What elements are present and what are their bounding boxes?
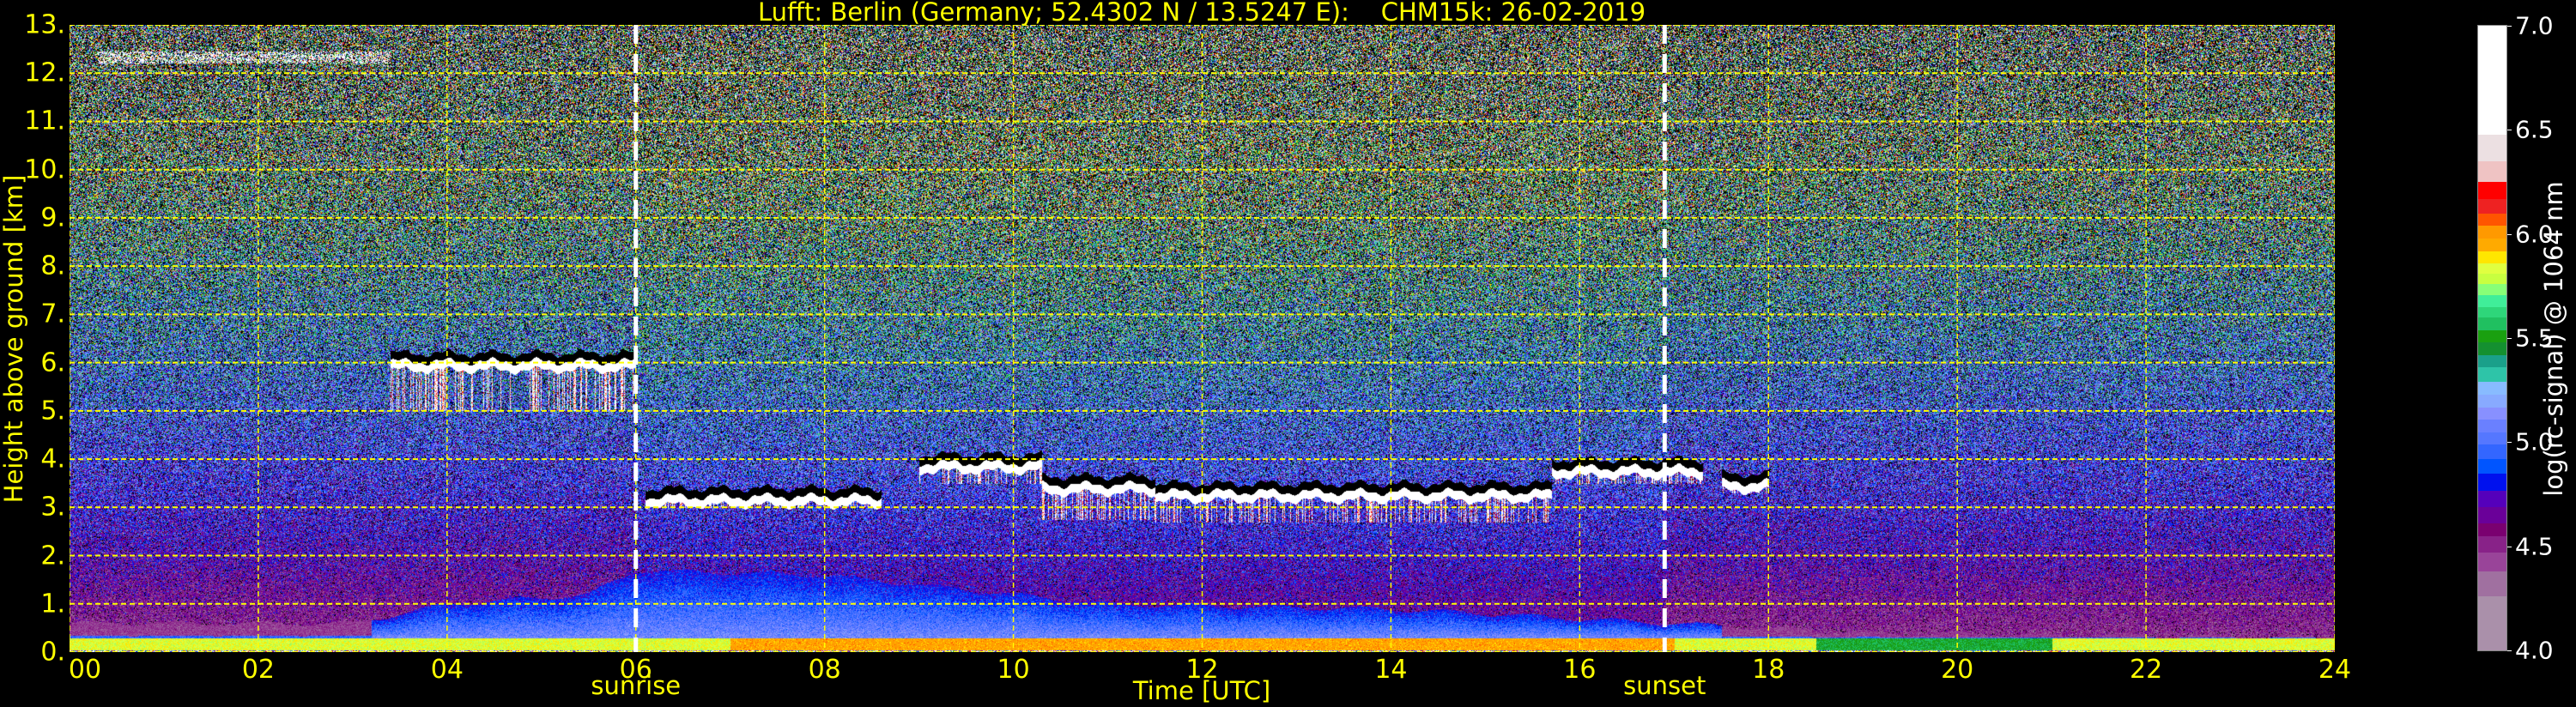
colorbar-band — [2478, 306, 2506, 318]
colorbar-tick-mark — [2507, 233, 2512, 235]
colorbar-band — [2478, 366, 2506, 383]
colorbar-band — [2478, 283, 2506, 295]
x-tick-label: 22 — [2129, 655, 2163, 685]
colorbar-tick-mark — [2507, 338, 2512, 339]
colorbar-band — [2478, 444, 2506, 460]
x-tick-label: 14 — [1374, 655, 1408, 685]
colorbar-band — [2478, 273, 2506, 285]
colorbar-tick-label: 4.0 — [2515, 636, 2554, 665]
colorbar-band — [2478, 595, 2506, 651]
x-tick-label: 00 — [68, 655, 102, 685]
colorbar-band — [2478, 26, 2506, 135]
y-tick-label: 12. — [24, 57, 65, 88]
colorbar-band — [2478, 329, 2506, 343]
colorbar-band — [2478, 506, 2506, 524]
colorbar-band — [2478, 381, 2506, 395]
chart-title: Lufft: Berlin (Germany; 52.4302 N / 13.5… — [757, 0, 1646, 27]
x-tick-label: 20 — [1941, 655, 1974, 685]
colorbar — [2477, 25, 2507, 651]
colorbar-tick-label: 6.5 — [2515, 115, 2554, 144]
x-tick-label: 04 — [430, 655, 464, 685]
colorbar-band — [2478, 535, 2506, 553]
x-tick-label: 18 — [1752, 655, 1785, 685]
colorbar-tick-mark — [2507, 442, 2512, 444]
colorbar-band — [2478, 198, 2506, 214]
colorbar-band — [2478, 432, 2506, 445]
colorbar-band — [2478, 523, 2506, 537]
y-tick-label: 9. — [40, 202, 65, 233]
y-tick-label: 5. — [40, 396, 65, 426]
colorbar-label: log(rc-signal) @ 1064 nm — [2539, 181, 2568, 497]
y-tick-label: 3. — [40, 492, 65, 523]
colorbar-band — [2478, 317, 2506, 330]
colorbar-band — [2478, 238, 2506, 251]
sunrise-label: sunrise — [591, 671, 682, 700]
y-tick-label: 10. — [24, 154, 65, 185]
colorbar-band — [2478, 251, 2506, 264]
colorbar-band — [2478, 263, 2506, 275]
x-axis-label: Time [UTC] — [1132, 676, 1271, 705]
y-tick-label: 13. — [24, 9, 65, 40]
y-tick-label: 8. — [40, 251, 65, 281]
x-tick-label: 08 — [808, 655, 841, 685]
sunset-label: sunset — [1623, 671, 1706, 700]
y-axis-label: Height above ground [km] — [0, 174, 28, 504]
y-tick-label: 4. — [40, 444, 65, 474]
y-tick-label: 6. — [40, 347, 65, 378]
colorbar-band — [2478, 419, 2506, 432]
x-tick-label: 24 — [2318, 655, 2352, 685]
colorbar-band — [2478, 341, 2506, 355]
y-tick-label: 11. — [24, 106, 65, 136]
colorbar-tick-label: 4.5 — [2515, 532, 2554, 561]
x-tick-label: 10 — [997, 655, 1030, 685]
colorbar-band — [2478, 213, 2506, 227]
colorbar-band — [2478, 160, 2506, 183]
colorbar-band — [2478, 354, 2506, 368]
colorbar-band — [2478, 134, 2506, 162]
plot-area — [70, 25, 2335, 652]
colorbar-band — [2478, 225, 2506, 239]
y-tick-label: 0. — [40, 637, 65, 668]
colorbar-tick-label: 7.0 — [2515, 11, 2554, 40]
grid-overlay — [70, 25, 2335, 652]
x-tick-label: 02 — [241, 655, 275, 685]
colorbar-band — [2478, 571, 2506, 597]
colorbar-band — [2478, 473, 2506, 491]
y-tick-label: 1. — [40, 589, 65, 619]
y-tick-label: 7. — [40, 299, 65, 329]
colorbar-tick-mark — [2507, 650, 2512, 651]
colorbar-band — [2478, 490, 2506, 508]
colorbar-band — [2478, 407, 2506, 420]
colorbar-band — [2478, 458, 2506, 474]
colorbar-tick-mark — [2507, 26, 2512, 27]
y-tick-label: 2. — [40, 541, 65, 571]
colorbar-band — [2478, 182, 2506, 199]
x-tick-label: 16 — [1563, 655, 1597, 685]
colorbar-band — [2478, 394, 2506, 408]
colorbar-band — [2478, 552, 2506, 572]
colorbar-band — [2478, 294, 2506, 308]
